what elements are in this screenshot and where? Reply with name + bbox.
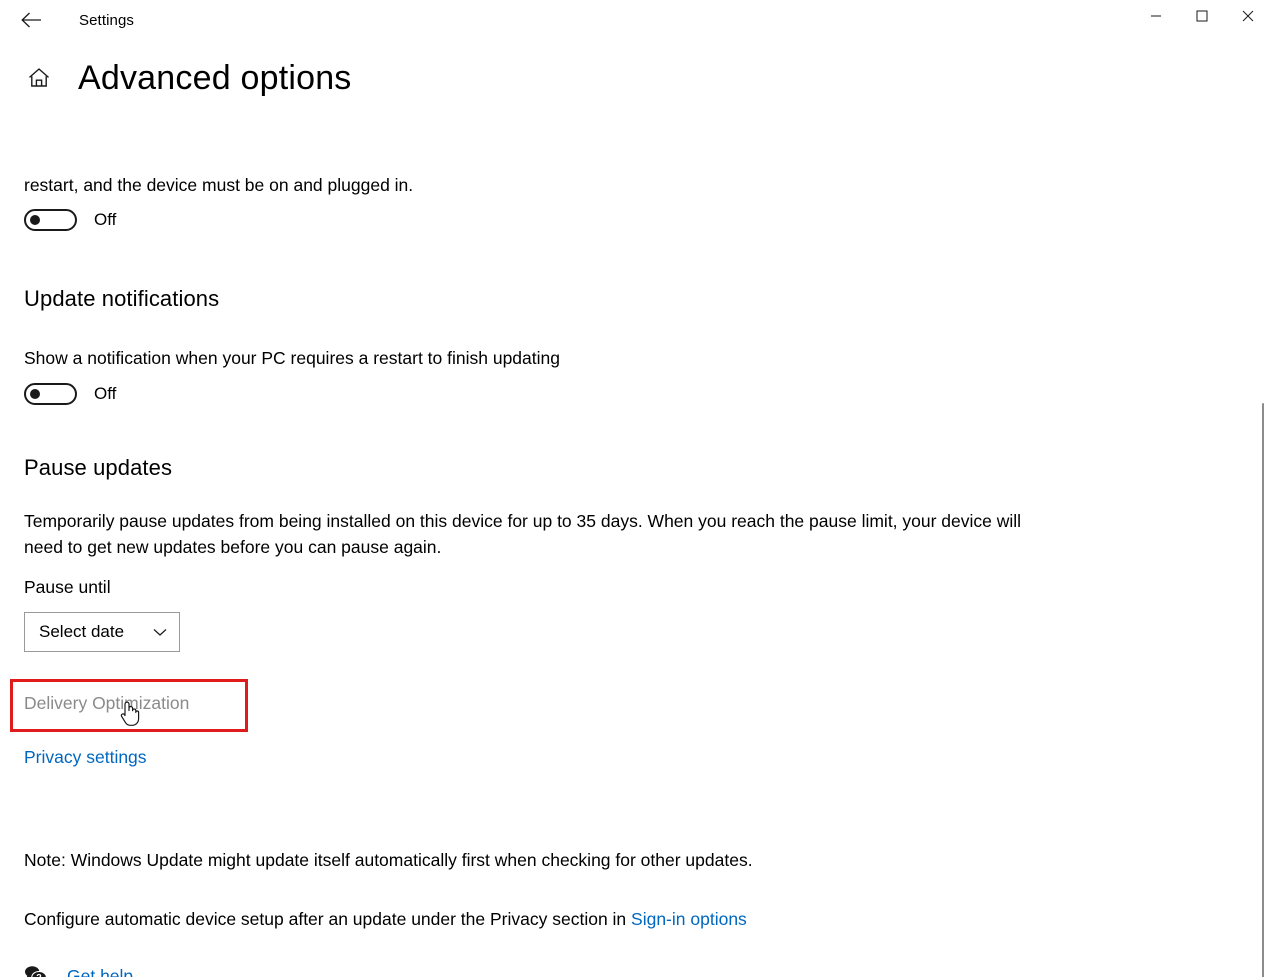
minimize-button[interactable] xyxy=(1133,0,1179,32)
pause-updates-heading: Pause updates xyxy=(24,455,173,480)
pause-updates-description: Temporarily pause updates from being ins… xyxy=(24,511,1022,557)
update-notifications-description: Show a notification when your PC require… xyxy=(24,348,560,368)
delivery-optimization-link[interactable]: Delivery Optimization xyxy=(24,693,189,714)
sign-in-options-link[interactable]: Sign-in options xyxy=(631,909,747,929)
update-notifications-toggle-row: Off xyxy=(24,383,116,405)
toggle-knob xyxy=(30,389,40,399)
maximize-icon xyxy=(1196,10,1208,22)
settings-content: Advanced options restart, and the device… xyxy=(0,58,1271,977)
svg-text:?: ? xyxy=(36,973,42,977)
restart-toggle[interactable] xyxy=(24,209,77,231)
update-notifications-toggle[interactable] xyxy=(24,383,77,405)
back-arrow-icon xyxy=(20,12,41,28)
back-button[interactable] xyxy=(8,4,53,36)
update-note-text: Note: Windows Update might update itself… xyxy=(24,850,753,870)
privacy-settings-link[interactable]: Privacy settings xyxy=(24,747,147,768)
restart-toggle-row: Off xyxy=(24,209,116,231)
chevron-down-icon xyxy=(152,626,168,638)
truncated-description: restart, and the device must be on and p… xyxy=(24,175,414,195)
pause-until-dropdown[interactable]: Select date xyxy=(24,612,180,652)
minimize-icon xyxy=(1151,15,1161,17)
close-button[interactable] xyxy=(1225,0,1271,32)
home-button[interactable] xyxy=(24,63,54,93)
title-bar: Settings xyxy=(0,0,1271,40)
page-title: Advanced options xyxy=(78,59,352,97)
home-icon xyxy=(29,68,49,87)
maximize-button[interactable] xyxy=(1179,0,1225,32)
app-title: Settings xyxy=(79,11,134,29)
scrollbar-thumb[interactable] xyxy=(1262,403,1264,977)
pause-until-label: Pause until xyxy=(24,577,111,597)
configure-device-setup-text: Configure automatic device setup after a… xyxy=(24,906,1174,932)
configure-prefix-text: Configure automatic device setup after a… xyxy=(24,909,632,929)
toggle-knob xyxy=(30,215,40,225)
vertical-scrollbar[interactable] xyxy=(1255,98,1271,977)
update-notifications-toggle-state: Off xyxy=(94,384,117,403)
close-icon xyxy=(1242,10,1254,22)
window-controls xyxy=(1133,0,1271,32)
page-header: Advanced options xyxy=(24,58,1271,98)
update-notifications-heading: Update notifications xyxy=(24,286,220,311)
restart-toggle-state: Off xyxy=(94,210,117,229)
get-help-row[interactable]: ? Get help xyxy=(24,964,133,977)
help-bubble-icon: ? xyxy=(24,964,48,977)
pause-until-selected-value: Select date xyxy=(39,622,125,641)
get-help-label: Get help xyxy=(67,965,134,977)
